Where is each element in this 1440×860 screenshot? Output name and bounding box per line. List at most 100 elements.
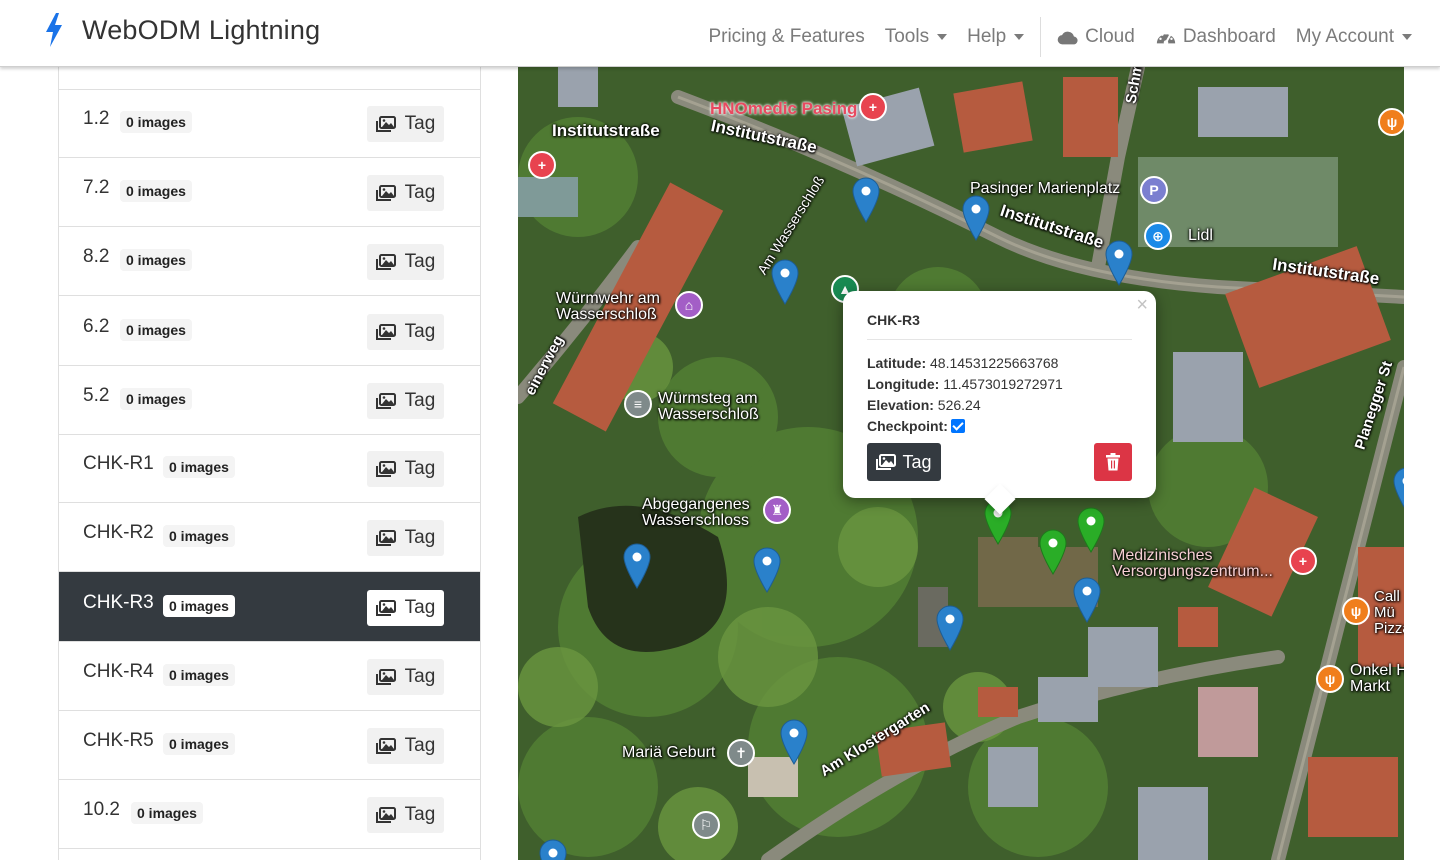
map-label-poi: Pasinger Marienplatz	[970, 180, 1121, 197]
point-label: 7.2	[83, 177, 110, 198]
tag-button[interactable]: Tag	[367, 314, 444, 350]
delete-button[interactable]	[1094, 443, 1132, 481]
brand[interactable]: WebODM Lightning	[44, 12, 320, 48]
list-row-chk-r2[interactable]: CHK-R2 0 images Tag	[59, 502, 480, 572]
tag-button[interactable]: Tag	[367, 728, 444, 764]
images-icon	[375, 115, 396, 132]
medical-poi-icon[interactable]: +	[528, 151, 556, 179]
images-icon	[375, 184, 396, 201]
image-count-badge: 0 images	[120, 319, 192, 341]
tag-button[interactable]: Tag	[367, 590, 444, 626]
checkpoint-checkbox[interactable]	[950, 419, 965, 433]
list-row-10.2[interactable]: 10.2 0 images Tag	[59, 779, 480, 849]
gcp-marker-blue[interactable]	[752, 547, 782, 593]
list-row-chk-r3-selected[interactable]: CHK-R3 0 images Tag	[59, 572, 480, 642]
popup-title: CHK-R3	[867, 312, 920, 328]
church-poi-icon[interactable]: ✝	[727, 739, 755, 767]
nav-help-dropdown[interactable]: Help	[967, 26, 1025, 48]
list-row-chk-r5[interactable]: CHK-R5 0 images Tag	[59, 710, 480, 780]
tachometer-icon	[1156, 32, 1175, 45]
map-label-poi: Medizinisches Versorgungszentrum...	[1112, 547, 1273, 580]
cloud-icon	[1057, 31, 1078, 45]
image-count-badge: 0 images	[120, 388, 192, 410]
checkpoint-marker-green[interactable]	[1038, 529, 1068, 575]
tag-button-label: Tag	[404, 527, 436, 548]
nav-tools-dropdown[interactable]: Tools	[885, 26, 948, 48]
gcp-marker-blue[interactable]	[935, 605, 965, 651]
tag-button[interactable]: Tag	[367, 106, 444, 142]
restaurant-poi-icon[interactable]: ψ	[1316, 665, 1344, 693]
list-row-7.2[interactable]: 7.2 0 images Tag	[59, 157, 480, 227]
list-row-chk-r1[interactable]: CHK-R1 0 images Tag	[59, 433, 480, 503]
tag-button[interactable]: Tag	[367, 451, 444, 487]
gcp-marker-blue[interactable]	[538, 839, 568, 860]
elevation-row: Elevation: 526.24	[867, 395, 1063, 416]
landmark-poi-icon[interactable]: ⌂	[675, 291, 703, 319]
medical-poi-icon[interactable]: +	[859, 93, 887, 121]
list-row-8.2[interactable]: 8.2 0 images Tag	[59, 226, 480, 296]
images-icon	[375, 323, 396, 340]
point-info-popup: × CHK-R3 Latitude: 48.14531225663768 Lon…	[843, 291, 1156, 515]
list-row-6.2[interactable]: 6.2 0 images Tag	[59, 296, 480, 366]
medical-poi-icon[interactable]: +	[1289, 547, 1317, 575]
point-label: 10.2	[83, 799, 120, 820]
gcp-marker-blue[interactable]	[1104, 240, 1134, 286]
tag-button[interactable]: Tag	[367, 244, 444, 280]
gcp-marker-blue[interactable]	[961, 195, 991, 241]
bridge-poi-icon[interactable]: ≡	[624, 390, 652, 418]
image-count-badge: 0 images	[163, 456, 235, 478]
restaurant-poi-icon[interactable]: ψ	[1378, 108, 1404, 136]
main-nav: Pricing & Features Tools Help Cloud Dash…	[688, 17, 1412, 57]
images-icon	[375, 737, 396, 754]
tag-button[interactable]: Tag	[367, 383, 444, 419]
point-label: CHK-R5	[83, 730, 154, 751]
map-label-poi: Würmwehr am Wasserschloß	[556, 290, 661, 323]
list-row-1.2[interactable]: 1.2 0 images Tag	[59, 88, 480, 158]
gcp-marker-blue[interactable]	[1392, 467, 1404, 513]
checkpoint-marker-green[interactable]	[1076, 507, 1106, 553]
image-count-badge: 0 images	[163, 525, 235, 547]
popup-tag-label: Tag	[902, 451, 932, 472]
tag-button[interactable]: Tag	[367, 659, 444, 695]
gcp-marker-blue[interactable]	[851, 177, 881, 223]
images-icon	[375, 529, 396, 546]
nav-cloud-link[interactable]: Cloud	[1057, 26, 1135, 48]
nav-pricing-link[interactable]: Pricing & Features	[708, 26, 864, 48]
tag-button[interactable]: Tag	[367, 797, 444, 833]
parking-poi-icon[interactable]: P	[1140, 176, 1168, 204]
gcp-point-list[interactable]: 1.2 0 images Tag 7.2 0 images Tag 8.2 0 …	[58, 67, 481, 860]
lightning-bolt-icon	[46, 13, 62, 47]
restaurant-poi-icon[interactable]: ψ	[1342, 597, 1370, 625]
caret-down-icon	[937, 34, 948, 40]
shopping-cart-poi-icon[interactable]: ⊕	[1144, 222, 1172, 250]
popup-tag-button[interactable]: Tag	[867, 443, 941, 481]
caret-down-icon	[1402, 34, 1412, 40]
gcp-marker-blue[interactable]	[770, 259, 800, 305]
images-icon	[375, 668, 396, 685]
list-row-5.2[interactable]: 5.2 0 images Tag	[59, 365, 480, 435]
image-count-badge: 0 images	[120, 111, 192, 133]
nav-dashboard-label: Dashboard	[1182, 26, 1276, 47]
images-icon	[375, 253, 396, 270]
tag-button[interactable]: Tag	[367, 175, 444, 211]
caret-down-icon	[1014, 34, 1025, 40]
point-label: 8.2	[83, 246, 110, 267]
image-count-badge: 0 images	[120, 249, 192, 271]
image-count-badge: 0 images	[163, 595, 235, 617]
tag-button[interactable]: Tag	[367, 520, 444, 556]
list-row-chk-r4[interactable]: CHK-R4 0 images Tag	[59, 641, 480, 711]
nav-dashboard-link[interactable]: Dashboard	[1155, 26, 1276, 48]
point-label: CHK-R3	[83, 592, 154, 613]
latitude-value: 48.14531225663768	[930, 355, 1059, 371]
castle-poi-icon[interactable]: ♜	[763, 496, 791, 524]
gcp-marker-blue[interactable]	[1072, 577, 1102, 623]
map-label-poi: Call Mü Pizza	[1374, 588, 1404, 637]
monument-poi-icon[interactable]: ⚐	[692, 811, 720, 839]
images-icon	[876, 453, 897, 470]
close-button[interactable]: ×	[1136, 294, 1148, 317]
longitude-row: Longitude: 11.4573019272971	[867, 374, 1063, 395]
nav-account-dropdown[interactable]: My Account	[1296, 26, 1412, 48]
gcp-marker-blue[interactable]	[779, 719, 809, 765]
tag-button-label: Tag	[404, 666, 436, 687]
gcp-marker-blue[interactable]	[622, 543, 652, 589]
